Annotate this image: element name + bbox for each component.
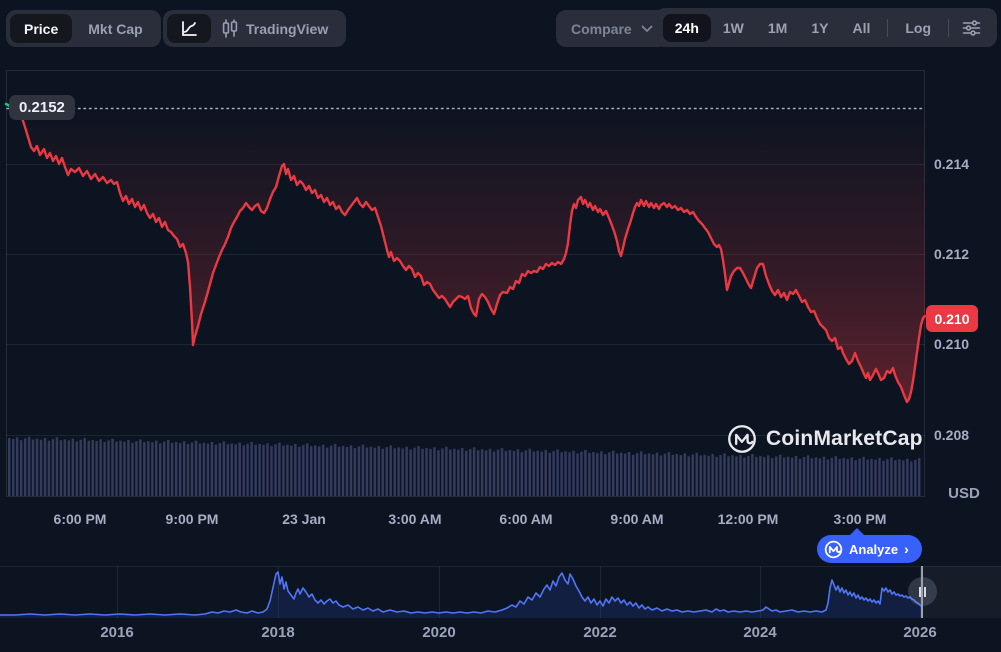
minimap-year-tick: 2024 bbox=[743, 624, 777, 641]
coinmarketcap-logo-icon bbox=[727, 424, 757, 454]
analyze-button[interactable]: Analyze › bbox=[817, 535, 922, 563]
minimap-drag-handle[interactable] bbox=[908, 577, 937, 606]
coinmarketcap-watermark: CoinMarketCap bbox=[727, 424, 923, 454]
minimap-year-tick: 2016 bbox=[100, 624, 134, 641]
minimap-year-tick: 2018 bbox=[261, 624, 295, 641]
analyze-logo-icon bbox=[824, 540, 843, 559]
minimap-year-tick: 2026 bbox=[903, 624, 937, 641]
current-price-badge: 0.210 bbox=[926, 305, 978, 332]
chevron-right-icon: › bbox=[904, 540, 909, 557]
minimap-year-tick: 2020 bbox=[422, 624, 456, 641]
watermark-text: CoinMarketCap bbox=[766, 427, 923, 450]
analyze-label: Analyze bbox=[849, 541, 899, 557]
history-minimap[interactable] bbox=[0, 566, 1001, 618]
minimap-year-tick: 2022 bbox=[583, 624, 617, 641]
price-chart-page: Price Mkt Cap TradingView Compare 24h 1W… bbox=[0, 0, 1001, 652]
open-price-badge: 0.2152 bbox=[9, 95, 75, 120]
